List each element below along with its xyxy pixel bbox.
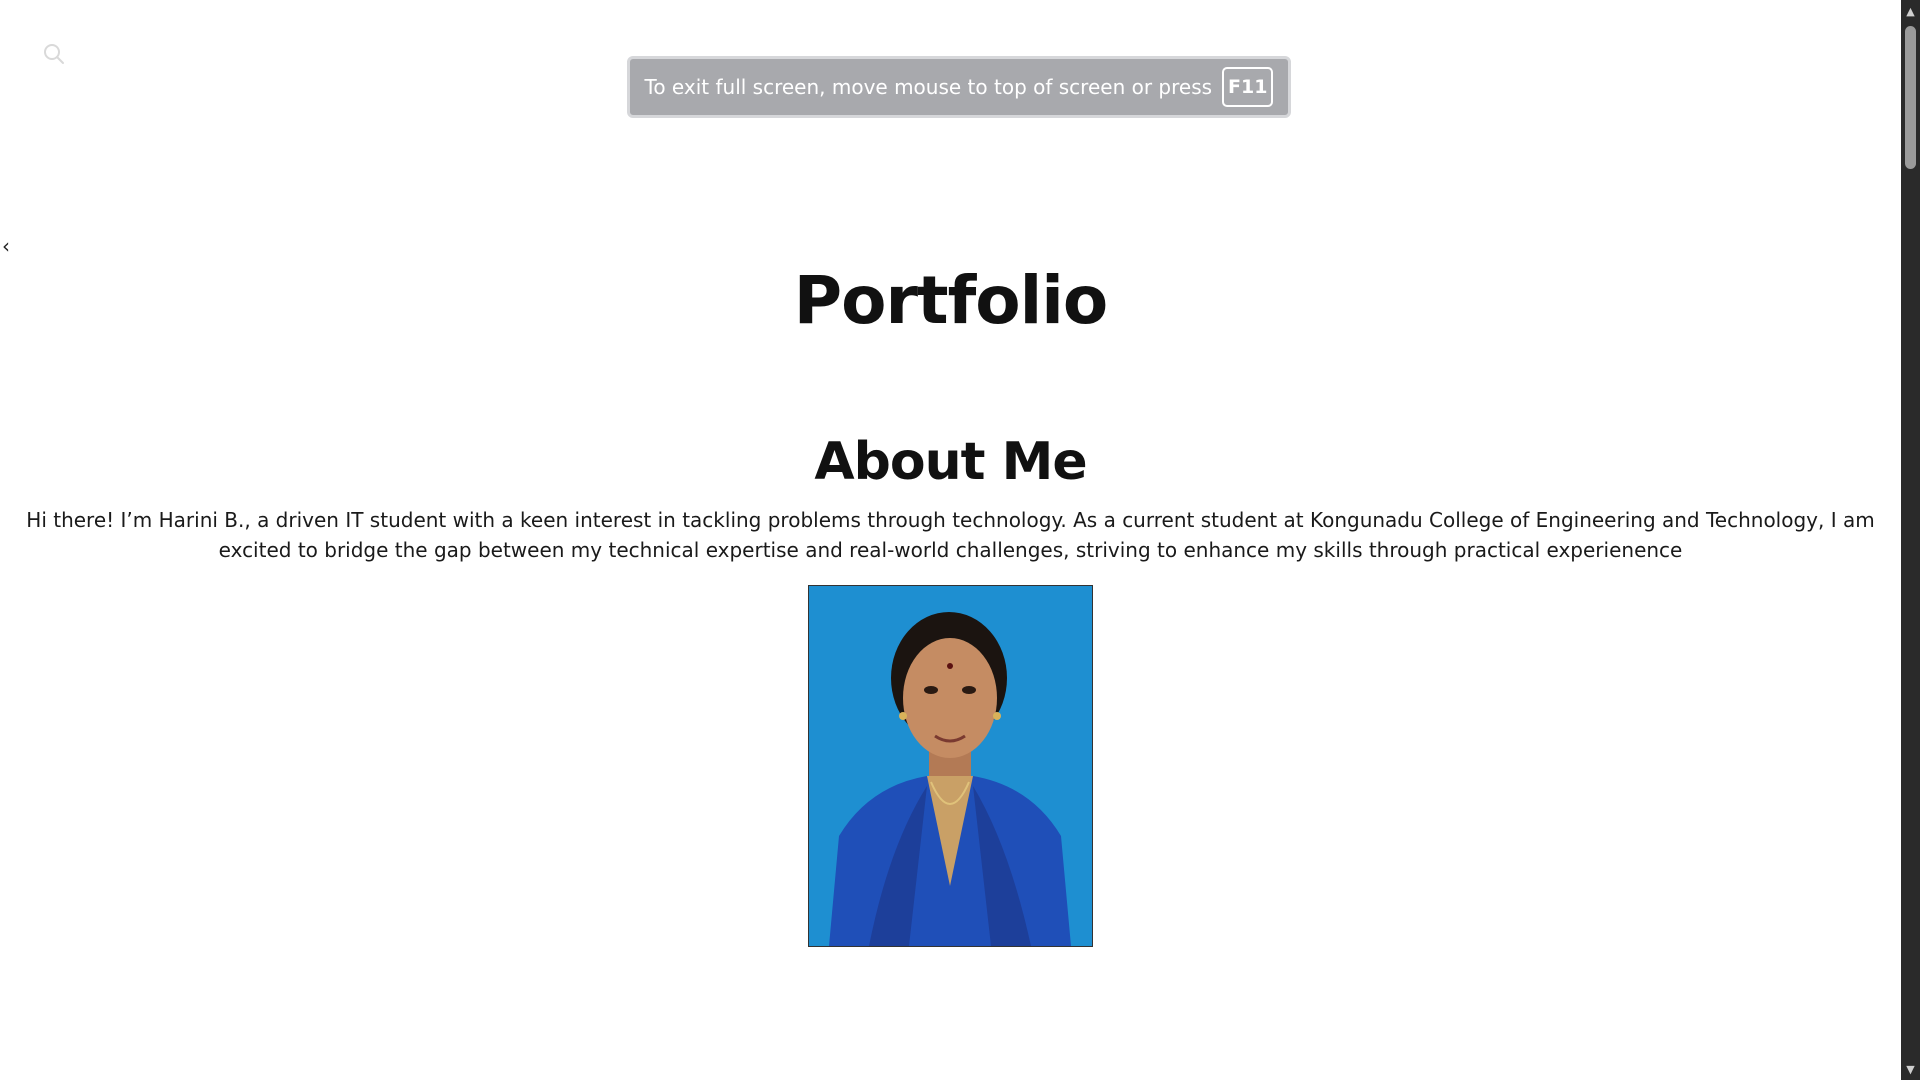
scroll-down-arrow-icon[interactable]: ▼ xyxy=(1901,1060,1920,1078)
f11-key-badge: F11 xyxy=(1222,67,1274,107)
back-arrow-button[interactable]: ‹ xyxy=(0,234,12,258)
vertical-scrollbar[interactable]: ▲ ▼ xyxy=(1901,0,1920,1080)
fullscreen-banner-message: To exit full screen, move mouse to top o… xyxy=(644,75,1213,99)
about-description: Hi there! I’m Harini B., a driven IT stu… xyxy=(26,508,1875,562)
about-heading: About Me xyxy=(814,432,1087,492)
fullscreen-exit-banner: To exit full screen, move mouse to top o… xyxy=(627,56,1291,118)
scroll-up-arrow-icon[interactable]: ▲ xyxy=(1901,2,1920,20)
page-viewport: To exit full screen, move mouse to top o… xyxy=(0,0,1901,1080)
page-title: Portfolio xyxy=(793,262,1108,339)
profile-photo xyxy=(808,585,1093,947)
search-icon[interactable] xyxy=(42,42,66,66)
scrollbar-thumb[interactable] xyxy=(1905,26,1916,169)
